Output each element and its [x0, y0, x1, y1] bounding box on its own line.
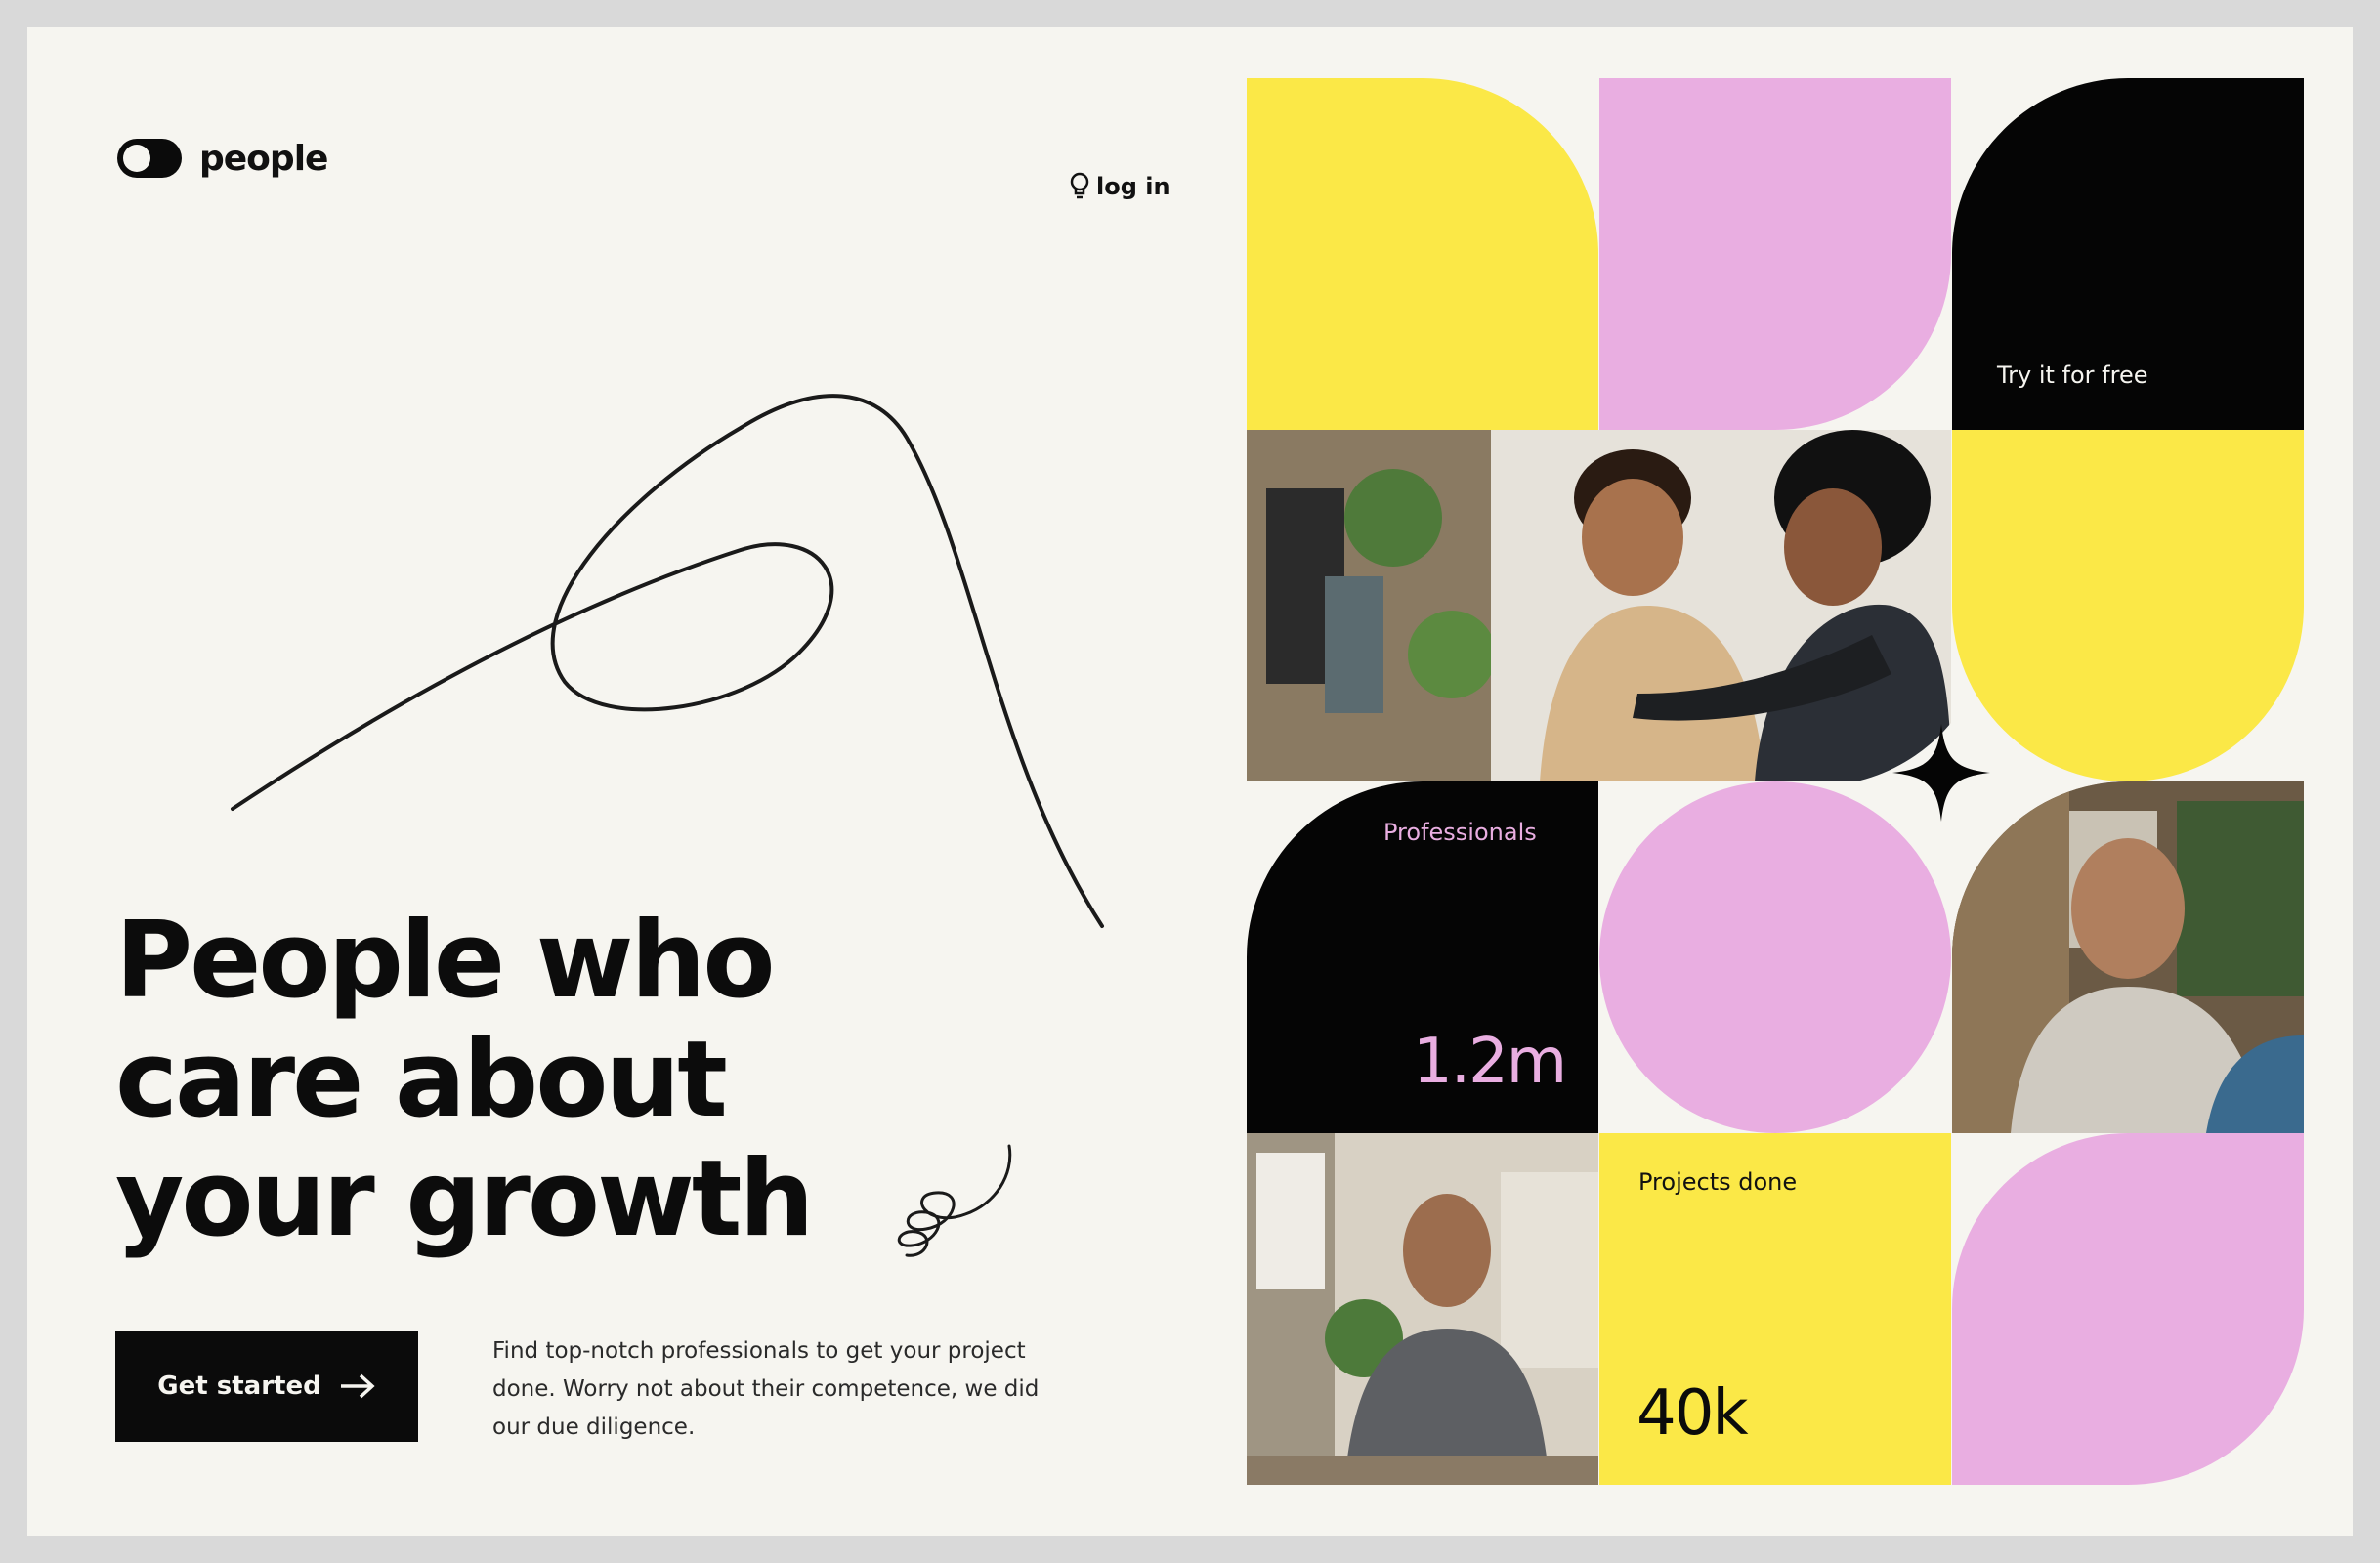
get-started-button[interactable]: Get started [115, 1331, 418, 1442]
headline-line-1: People who [115, 900, 776, 1022]
team-photo [1247, 430, 1951, 782]
smiling-woman-illustration [1952, 782, 2304, 1133]
team-photo-illustration [1247, 430, 1951, 782]
get-started-label: Get started [157, 1372, 321, 1401]
landing-page: people log in People who care about your… [27, 27, 2353, 1536]
man-portrait-illustration [1247, 1133, 1598, 1485]
brand-name: people [199, 138, 328, 179]
try-free-tile[interactable]: Try it for free [1952, 78, 2304, 430]
pink-tile [1952, 1133, 2304, 1485]
brand-logo[interactable]: people [115, 135, 328, 182]
lightbulb-icon [1070, 172, 1089, 199]
yellow-tile [1952, 430, 2304, 782]
login-link[interactable]: log in [1069, 172, 1170, 201]
smiling-woman-photo [1952, 782, 2304, 1133]
projects-label: Projects done [1638, 1168, 1798, 1196]
yellow-tile [1247, 78, 1598, 430]
try-free-label: Try it for free [1997, 361, 2148, 389]
login-label: log in [1096, 173, 1170, 200]
sparkle-star-icon [1892, 724, 1990, 822]
scribble-line-decoration [231, 394, 1104, 928]
headline-line-3: your growth [115, 1138, 814, 1260]
toggle-logo-icon [117, 139, 182, 178]
projects-value: 40k [1636, 1377, 1748, 1450]
spring-doodle-icon [898, 1144, 1012, 1257]
professionals-label: Professionals [1383, 819, 1537, 846]
professionals-value: 1.2m [1413, 1026, 1567, 1098]
hero-description: Find top-notch professionals to get your… [492, 1338, 1040, 1440]
projects-stat-tile: Projects done 40k [1599, 1133, 1951, 1485]
professionals-stat-tile: Professionals 1.2m [1247, 782, 1598, 1133]
pink-tile [1599, 78, 1951, 430]
hero-headline: People who care about your growth [115, 900, 814, 1260]
arrow-right-icon [340, 1373, 375, 1399]
man-portrait-photo [1247, 1133, 1598, 1485]
pink-circle-tile [1599, 782, 1951, 1133]
mosaic-grid: Try it for free Professionals 1.2m Proje… [1247, 78, 2304, 1485]
headline-line-2: care about [115, 1019, 728, 1141]
